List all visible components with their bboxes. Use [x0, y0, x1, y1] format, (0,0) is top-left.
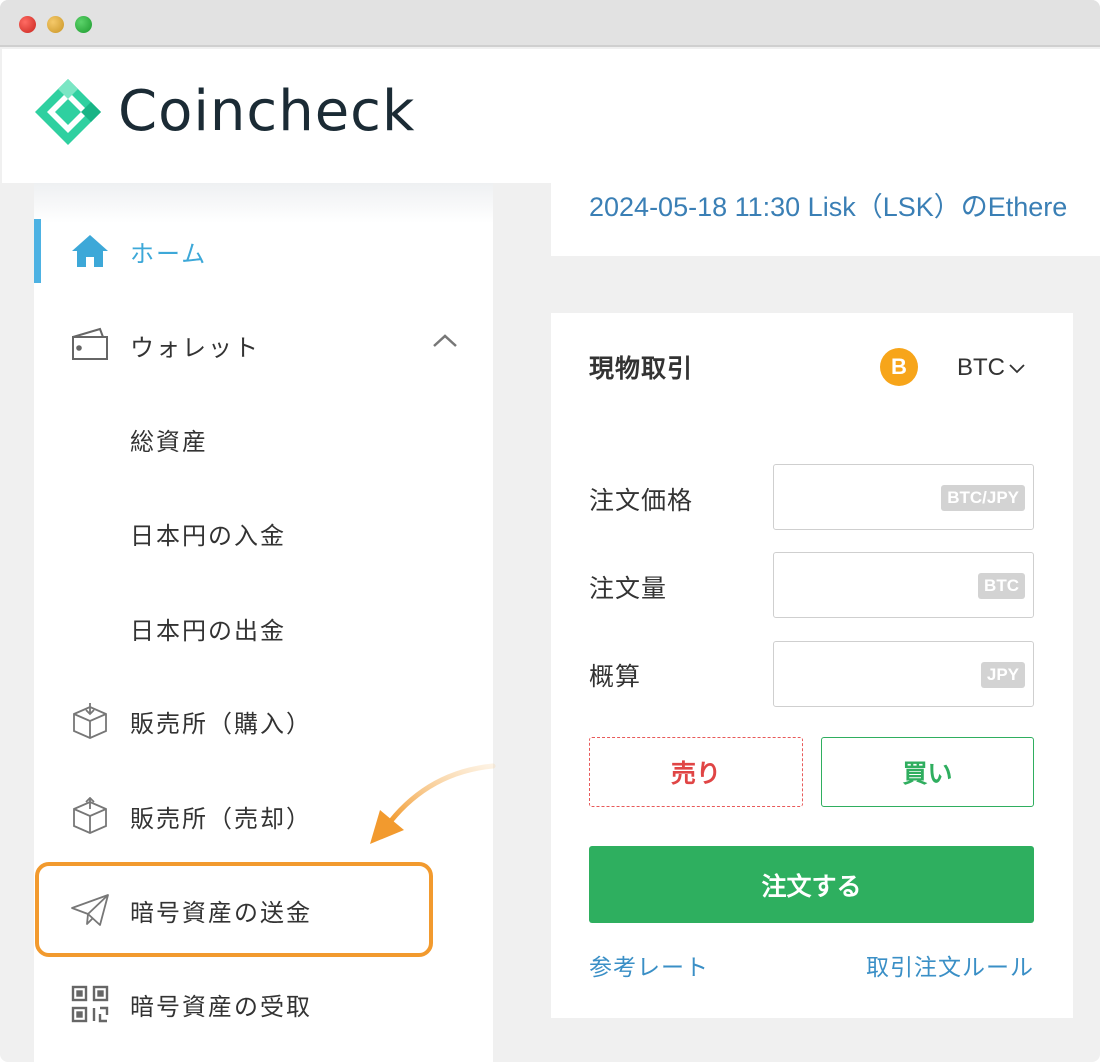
sidebar-item-receive-crypto[interactable]: 暗号資産の受取	[34, 974, 493, 1034]
brand-name[interactable]: Coincheck	[118, 79, 415, 144]
pair-select[interactable]: BTC	[957, 354, 1027, 382]
site-header: Coincheck	[2, 49, 1100, 183]
place-order-button[interactable]: 注文する	[589, 846, 1034, 923]
sidebar-item-label: 暗号資産の受取	[130, 992, 312, 1021]
sidebar-item-jpy-withdraw[interactable]: 日本円の出金	[34, 598, 493, 658]
unit-badge: BTC	[978, 573, 1025, 599]
sidebar-item-label: ウォレット	[130, 333, 260, 362]
sidebar-item-wallet[interactable]: ウォレット	[34, 315, 493, 375]
sidebar-item-label: 販売所（購入）	[130, 709, 312, 738]
home-icon	[70, 231, 110, 271]
zoom-window-button[interactable]	[75, 16, 92, 33]
close-window-button[interactable]	[19, 16, 36, 33]
box-in-icon	[70, 701, 110, 741]
unit-badge: JPY	[980, 662, 1025, 688]
unit-badge: BTC/JPY	[941, 485, 1025, 511]
trading-rules-link[interactable]: 取引注文ルール	[866, 948, 1034, 982]
estimate-input[interactable]: JPY	[773, 641, 1034, 707]
wallet-icon	[70, 325, 110, 365]
box-out-icon	[70, 796, 110, 836]
sidebar-item-label: 総資産	[130, 427, 208, 456]
coincheck-logo-icon[interactable]	[33, 77, 103, 147]
news-link[interactable]: 2024-05-18 11:30 Lisk（LSK）のEthere	[589, 185, 1067, 224]
reference-rate-link[interactable]: 参考レート	[589, 948, 709, 982]
pointer-arrow-icon	[370, 763, 496, 844]
title-bar	[0, 0, 1100, 47]
price-label: 注文価格	[589, 486, 694, 515]
qr-code-icon	[70, 984, 110, 1024]
price-input[interactable]: BTC/JPY	[773, 464, 1034, 530]
chevron-down-icon	[1009, 364, 1025, 374]
highlight-frame	[35, 862, 433, 957]
minimize-window-button[interactable]	[47, 16, 64, 33]
chevron-up-icon[interactable]	[430, 331, 460, 351]
sidebar-top-shadow	[34, 183, 493, 223]
browser-window: Coincheck ホーム ウォレット 総資産 日本円の入金 日本円の出金 販売…	[0, 0, 1100, 1062]
sidebar-item-label: 販売所（売却）	[130, 804, 312, 833]
bitcoin-icon: B	[880, 348, 918, 386]
news-banner: 2024-05-18 11:30 Lisk（LSK）のEthere	[551, 183, 1100, 256]
estimate-label: 概算	[589, 662, 642, 691]
panel-title: 現物取引	[589, 354, 694, 383]
sidebar-item-label: ホーム	[130, 239, 208, 268]
sidebar-item-total-assets[interactable]: 総資産	[34, 409, 493, 469]
sell-button[interactable]: 売り	[589, 737, 803, 807]
amount-input[interactable]: BTC	[773, 552, 1034, 618]
pair-select-value: BTC	[957, 354, 1005, 381]
sidebar-item-home[interactable]: ホーム	[34, 221, 493, 281]
sidebar-item-jpy-deposit[interactable]: 日本円の入金	[34, 503, 493, 563]
spot-trade-panel: 現物取引 B BTC 注文価格 BTC/JPY 注文量 BTC 概算 JPY 売…	[551, 313, 1073, 1018]
buy-button[interactable]: 買い	[821, 737, 1034, 807]
sidebar-item-label: 日本円の入金	[130, 521, 286, 550]
amount-label: 注文量	[589, 574, 668, 603]
sidebar-item-label: 日本円の出金	[130, 616, 286, 645]
sidebar-item-buy[interactable]: 販売所（購入）	[34, 691, 493, 751]
